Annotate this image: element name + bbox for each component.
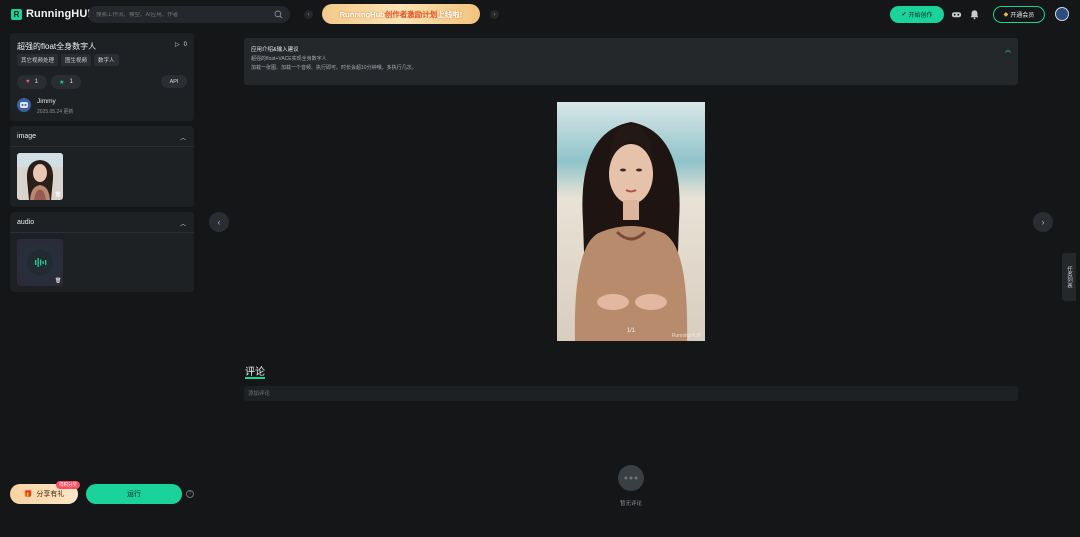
collapse-chevron-icon[interactable]: ︿ xyxy=(180,133,186,142)
tag-list: 其它视频处理 图生视频 数字人 xyxy=(17,54,119,66)
banner-next-button[interactable]: › xyxy=(490,10,499,19)
comment-input[interactable] xyxy=(244,386,1018,401)
game-controller-icon[interactable] xyxy=(951,9,962,20)
author-avatar[interactable] xyxy=(17,98,31,112)
banner-highlight: 创作者激励计划 xyxy=(384,9,438,19)
update-date: 2025.05.24 更新 xyxy=(37,109,74,115)
bell-icon[interactable] xyxy=(969,9,980,20)
logo-text: RunningHUB xyxy=(26,8,96,20)
portrait-preview-image xyxy=(557,102,705,341)
search-input[interactable] xyxy=(96,11,266,18)
audio-input-label: audio xyxy=(17,219,35,226)
intro-title: 应用介绍&输入建议 xyxy=(251,47,299,53)
rocket-icon: ✔ xyxy=(901,12,907,18)
like-button[interactable]: ♥ 1 xyxy=(17,75,47,89)
banner-suffix: 上线啦! xyxy=(437,9,463,19)
play-count: ▷ 0 xyxy=(175,41,187,49)
favorite-button[interactable]: ★ 1 xyxy=(51,75,81,89)
divider xyxy=(10,146,194,147)
share-button-label: 分享有礼 xyxy=(36,491,65,498)
tag[interactable]: 其它视频处理 xyxy=(17,54,59,66)
banner-prev-button[interactable]: ‹ xyxy=(304,10,313,19)
diamond-icon: ◆ xyxy=(1003,12,1009,18)
logo[interactable]: R RunningHUB xyxy=(11,8,95,20)
membership-button[interactable]: ◆ 开通会员 xyxy=(993,6,1045,23)
audio-thumbnail[interactable]: 🗑 xyxy=(17,239,63,286)
tag[interactable]: 数字人 xyxy=(94,54,119,66)
divider xyxy=(10,232,194,233)
star-icon: ★ xyxy=(59,79,65,86)
result-preview-image[interactable]: 1/1 RunningHUB xyxy=(557,102,705,341)
banner-prefix: RunningHub xyxy=(339,9,385,19)
app-title: 超强的float全身数字人 xyxy=(17,42,97,51)
author-name[interactable]: Jimmy xyxy=(37,98,56,105)
create-button-label: 开始创作 xyxy=(908,13,933,19)
app-intro-box: 应用介绍&输入建议 超强的float+VACE实现全身数字人 加载一张图、加载一… xyxy=(244,38,1018,85)
empty-comments-text: 暂无评论 xyxy=(619,501,642,507)
task-list-tab[interactable]: 任务列表 xyxy=(1062,253,1076,301)
promo-banner[interactable]: RunningHub 创作者激励计划 上线啦! xyxy=(322,4,480,24)
top-navbar: R RunningHUB ‹ RunningHub 创作者激励计划 上线啦! ›… xyxy=(0,0,1080,30)
carousel-prev-button[interactable]: ‹ xyxy=(209,212,229,232)
like-count: 1 xyxy=(34,79,38,85)
intro-text: 加载一张图、加载一个音频、执行即可。时长会超10分钟哦，多执行几次。 xyxy=(251,65,417,71)
robot-avatar-icon xyxy=(20,102,28,108)
comments-title: 评论 xyxy=(245,367,265,378)
play-icon: ▷ xyxy=(175,42,180,48)
heart-icon: ♥ xyxy=(26,79,30,85)
user-avatar[interactable] xyxy=(1055,7,1069,21)
tag[interactable]: 图生视频 xyxy=(61,54,92,66)
collapse-chevron-icon[interactable]: ︿ xyxy=(180,219,186,228)
audio-input-panel: audio ︿ 🗑 xyxy=(10,212,194,292)
run-button[interactable]: 运行 xyxy=(86,484,182,504)
image-thumbnail[interactable]: 🗑 xyxy=(17,153,63,200)
carousel-next-button[interactable]: › xyxy=(1033,212,1053,232)
trash-icon[interactable]: 🗑 xyxy=(55,278,61,284)
search-icon[interactable] xyxy=(274,10,283,19)
gift-icon: 🎁 xyxy=(23,491,33,498)
membership-button-label: 开通会员 xyxy=(1010,13,1035,19)
image-input-panel: image ︿ 🗑 xyxy=(10,126,194,207)
app-info-panel: 超强的float全身数字人 ▷ 0 其它视频处理 图生视频 数字人 ♥ 1 ★ … xyxy=(10,33,194,121)
favorite-count: 1 xyxy=(69,79,73,85)
play-count-value: 0 xyxy=(183,41,187,48)
trash-icon[interactable]: 🗑 xyxy=(55,192,61,198)
empty-comments-icon xyxy=(618,465,644,491)
search-bar[interactable] xyxy=(88,6,290,23)
create-button[interactable]: ✔ 开始创作 xyxy=(890,6,944,23)
task-list-tab-label: 任务列表 xyxy=(1066,266,1072,288)
api-button[interactable]: API xyxy=(161,75,187,88)
comments-tab-underline xyxy=(245,377,265,379)
help-icon[interactable]: ? xyxy=(186,490,194,498)
image-input-label: image xyxy=(17,133,37,140)
share-badge: 得积分奖 xyxy=(56,481,80,489)
collapse-up-icon[interactable]: ︽ xyxy=(1005,45,1011,54)
logo-mark-icon: R xyxy=(11,8,22,20)
intro-text: 超强的float+VACE实现全身数字人 xyxy=(251,56,327,62)
watermark: RunningHUB xyxy=(671,333,701,339)
